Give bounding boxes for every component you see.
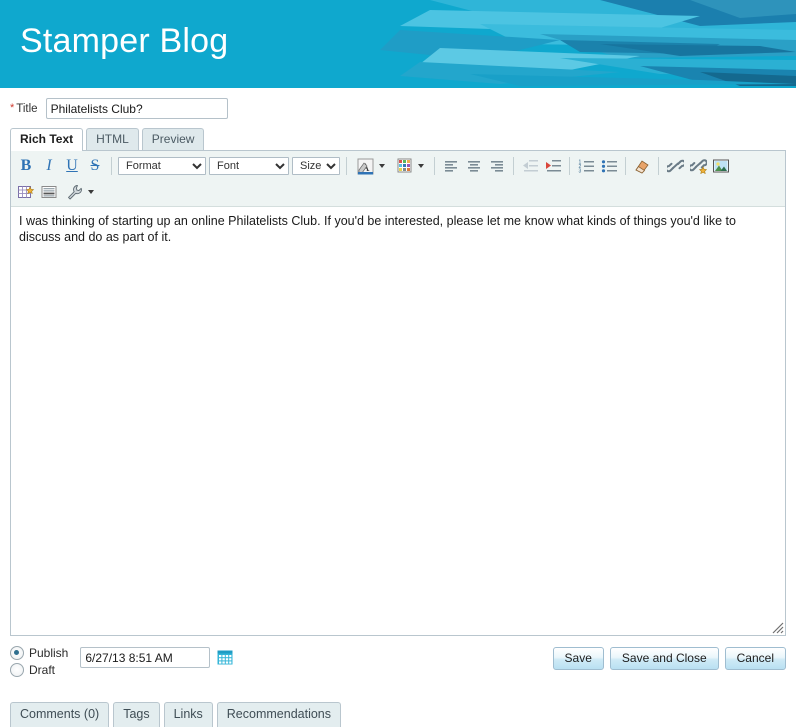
radio-draft[interactable]: Draft bbox=[10, 663, 68, 677]
save-button[interactable]: Save bbox=[552, 647, 604, 670]
format-select[interactable]: Format bbox=[118, 157, 206, 175]
insert-table-button[interactable] bbox=[15, 181, 37, 203]
toolbar-separator bbox=[111, 157, 112, 175]
size-select[interactable]: Size bbox=[292, 157, 340, 175]
publish-date-input[interactable] bbox=[80, 647, 211, 668]
wrench-icon bbox=[62, 180, 86, 204]
calendar-picker-button[interactable] bbox=[216, 650, 233, 666]
title-label: Title bbox=[16, 102, 38, 115]
strikethrough-icon: S bbox=[90, 157, 100, 174]
italic-icon: I bbox=[46, 157, 52, 174]
chevron-down-icon bbox=[379, 164, 385, 168]
page-title: Stamper Blog bbox=[20, 22, 229, 60]
align-center-button[interactable] bbox=[463, 155, 485, 177]
editor-content-area[interactable]: I was thinking of starting up an online … bbox=[11, 207, 785, 635]
link-button[interactable] bbox=[664, 155, 686, 177]
tab-preview[interactable]: Preview bbox=[141, 128, 205, 150]
align-left-icon bbox=[445, 161, 457, 172]
add-link-icon bbox=[689, 159, 707, 174]
radio-publish[interactable]: Publish bbox=[10, 646, 68, 660]
toolbar-row-2 bbox=[15, 180, 781, 204]
insert-image-button[interactable] bbox=[710, 155, 732, 177]
chevron-down-icon bbox=[88, 190, 94, 194]
rich-text-editor: B I U S Format Font Size 1 2 3 I was thi… bbox=[10, 150, 786, 636]
bottom-tab-bar: Comments (0) Tags Links Recommendations bbox=[0, 702, 341, 727]
outdent-icon bbox=[522, 160, 538, 172]
cancel-button[interactable]: Cancel bbox=[724, 647, 786, 670]
insert-table-icon bbox=[18, 186, 35, 198]
title-input[interactable] bbox=[45, 98, 228, 119]
editor-mode-tabs: Rich Text HTML Preview bbox=[0, 128, 796, 151]
align-right-icon bbox=[491, 161, 503, 172]
radio-publish-indicator bbox=[10, 646, 24, 660]
tab-comments[interactable]: Comments (0) bbox=[10, 702, 110, 727]
underline-button[interactable]: U bbox=[61, 155, 83, 177]
tools-button[interactable] bbox=[61, 180, 99, 204]
publish-options: Publish Draft bbox=[10, 646, 233, 677]
page-banner: Stamper Blog bbox=[0, 0, 796, 88]
toolbar-separator bbox=[658, 157, 659, 175]
text-color-button[interactable]: A bbox=[352, 154, 390, 178]
bulleted-list-button[interactable] bbox=[598, 155, 620, 177]
chevron-down-icon bbox=[418, 164, 424, 168]
action-buttons: Save Save and Close Cancel bbox=[552, 647, 786, 670]
publish-date-wrap bbox=[80, 647, 233, 668]
toolbar-separator bbox=[625, 157, 626, 175]
publish-radio-group: Publish Draft bbox=[10, 646, 68, 677]
indent-button[interactable] bbox=[542, 155, 564, 177]
indent-icon bbox=[545, 160, 561, 172]
outdent-button[interactable] bbox=[519, 155, 541, 177]
title-row: * Title bbox=[0, 88, 796, 123]
link-icon bbox=[666, 159, 684, 173]
save-and-close-button[interactable]: Save and Close bbox=[609, 647, 719, 670]
toolbar-separator bbox=[569, 157, 570, 175]
underline-icon: U bbox=[66, 157, 78, 174]
tab-tags[interactable]: Tags bbox=[113, 702, 160, 727]
tab-recommendations[interactable]: Recommendations bbox=[216, 702, 341, 727]
remove-format-button[interactable] bbox=[631, 155, 653, 177]
italic-button[interactable]: I bbox=[38, 155, 60, 177]
bulleted-list-icon bbox=[601, 160, 617, 173]
toolbar-row-1: B I U S Format Font Size 1 2 3 bbox=[15, 154, 781, 178]
tab-links[interactable]: Links bbox=[163, 702, 213, 727]
toolbar-separator bbox=[346, 157, 347, 175]
tab-html[interactable]: HTML bbox=[86, 128, 139, 150]
resize-handle[interactable] bbox=[770, 620, 784, 634]
horizontal-rule-icon bbox=[41, 186, 57, 198]
bold-icon: B bbox=[20, 157, 32, 174]
radio-draft-indicator bbox=[10, 663, 24, 677]
svg-text:3: 3 bbox=[578, 169, 581, 175]
background-color-button[interactable] bbox=[391, 154, 429, 178]
eraser-icon bbox=[635, 160, 649, 174]
radio-publish-label: Publish bbox=[29, 646, 69, 660]
toolbar-separator bbox=[434, 157, 435, 175]
background-color-icon bbox=[392, 154, 416, 178]
toolbar-separator bbox=[513, 157, 514, 175]
horizontal-rule-button[interactable] bbox=[38, 181, 60, 203]
editor-body-text: I was thinking of starting up an online … bbox=[19, 214, 736, 244]
font-select[interactable]: Font bbox=[209, 157, 289, 175]
radio-draft-label: Draft bbox=[29, 663, 56, 677]
align-right-button[interactable] bbox=[486, 155, 508, 177]
required-marker: * bbox=[10, 102, 15, 114]
numbered-list-button[interactable]: 123 bbox=[575, 155, 597, 177]
tab-rich-text[interactable]: Rich Text bbox=[10, 128, 84, 151]
bold-button[interactable]: B bbox=[15, 155, 37, 177]
text-color-icon: A bbox=[353, 154, 377, 178]
calendar-icon bbox=[217, 650, 233, 665]
unlink-button[interactable] bbox=[687, 155, 709, 177]
strikethrough-button[interactable]: S bbox=[84, 155, 106, 177]
numbered-list-icon: 123 bbox=[578, 160, 594, 175]
image-icon bbox=[713, 159, 729, 173]
editor-footer: Publish Draft 6/27/13 8:51 AM Save Save … bbox=[0, 636, 796, 677]
editor-toolbar: B I U S Format Font Size 1 2 3 bbox=[11, 151, 785, 207]
align-left-button[interactable] bbox=[440, 155, 462, 177]
align-center-icon bbox=[468, 161, 480, 172]
